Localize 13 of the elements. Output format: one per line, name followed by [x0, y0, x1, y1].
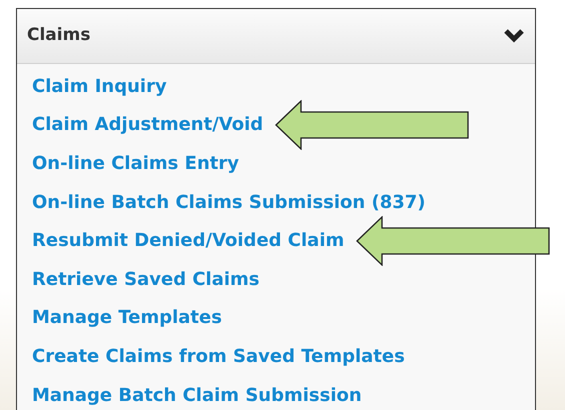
menu-link[interactable]: On-line Batch Claims Submission (837) — [32, 192, 426, 213]
panel-title: Claims — [27, 24, 90, 48]
menu-link[interactable]: Resubmit Denied/Voided Claim — [32, 230, 344, 252]
menu-link[interactable]: On-line Claims Entry — [32, 152, 239, 174]
arrow-icon — [275, 100, 472, 150]
arrow-icon — [356, 216, 552, 266]
menu-link[interactable]: Claim Adjustment/Void — [32, 114, 264, 136]
menu-link[interactable]: Create Claims from Saved Templates — [32, 346, 405, 367]
menu-link[interactable]: Claim Inquiry — [32, 76, 167, 97]
chevron-icon — [503, 28, 525, 44]
menu-link[interactable]: Manage Batch Claim Submission — [32, 384, 362, 406]
menu-link[interactable]: Manage Templates — [32, 307, 222, 328]
menu-link[interactable]: Retrieve Saved Claims — [32, 268, 260, 290]
